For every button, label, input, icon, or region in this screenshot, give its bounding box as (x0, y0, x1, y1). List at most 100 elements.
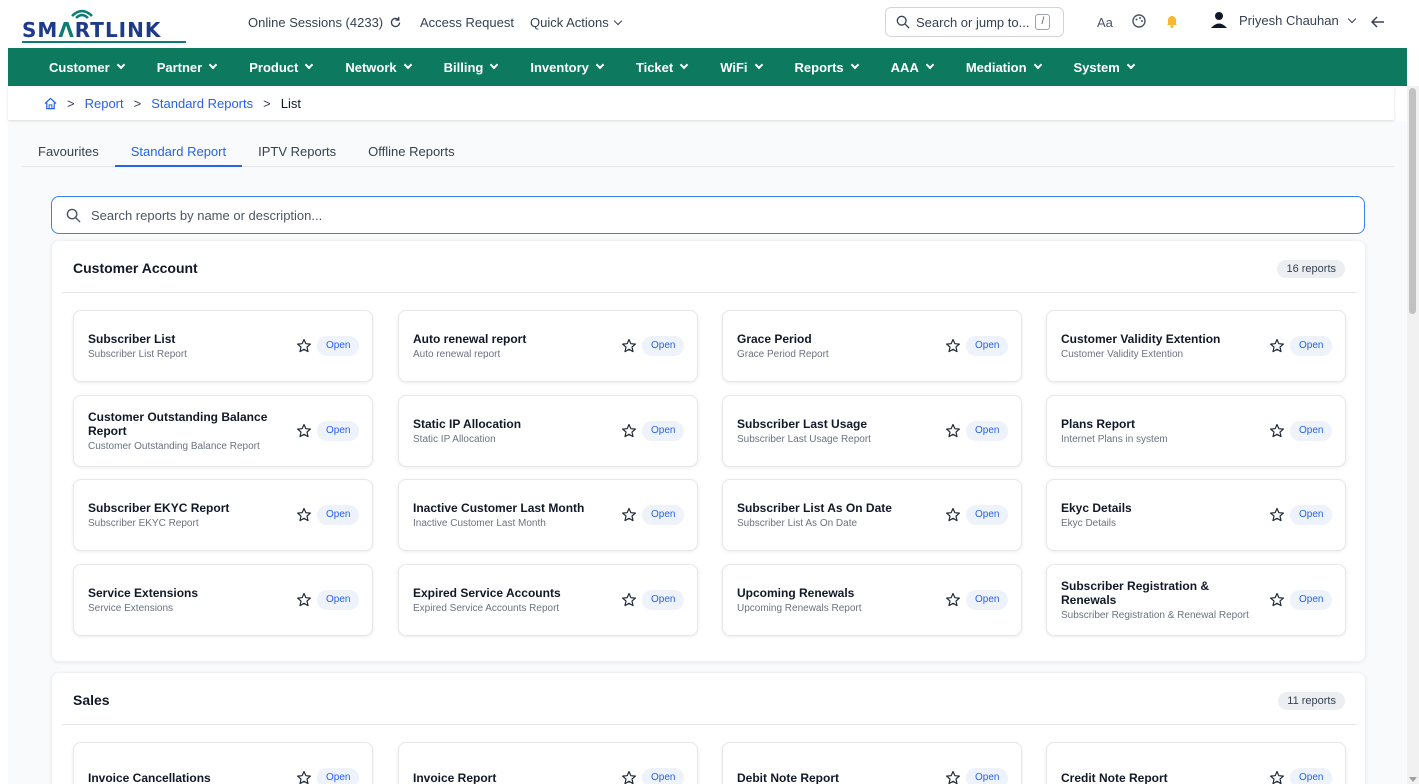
tab-offline-reports[interactable]: Offline Reports (352, 137, 470, 167)
notification-bell-icon[interactable] (1164, 13, 1180, 29)
open-report-button[interactable]: Open (642, 336, 685, 356)
nav-customer[interactable]: Customer (49, 60, 125, 75)
nav-wifi[interactable]: WiFi (720, 60, 763, 75)
report-card-ekyc-details[interactable]: Ekyc Details Ekyc Details Open (1046, 479, 1346, 551)
report-card-plans-report[interactable]: Plans Report Internet Plans in system Open (1046, 395, 1346, 467)
favourite-star-icon[interactable] (296, 338, 312, 354)
report-card-debit-note-report[interactable]: Debit Note Report Open (722, 742, 1022, 784)
open-report-button[interactable]: Open (1290, 421, 1333, 441)
report-tabs: Favourites Standard Report IPTV Reports … (22, 137, 1394, 167)
favourite-star-icon[interactable] (621, 770, 637, 784)
refresh-icon[interactable] (389, 16, 402, 29)
report-card-inactive-customer-last-month[interactable]: Inactive Customer Last Month Inactive Cus… (398, 479, 698, 551)
favourite-star-icon[interactable] (621, 338, 637, 354)
report-card-subscriber-list-as-on-date[interactable]: Subscriber List As On Date Subscriber Lis… (722, 479, 1022, 551)
open-report-button[interactable]: Open (1290, 336, 1333, 356)
favourite-star-icon[interactable] (1269, 770, 1285, 784)
open-report-button[interactable]: Open (317, 421, 360, 441)
report-title: Customer Outstanding Balance Report (88, 409, 268, 438)
nav-billing[interactable]: Billing (444, 60, 499, 75)
nav-aaa[interactable]: AAA (891, 60, 935, 75)
favourite-star-icon[interactable] (1269, 338, 1285, 354)
user-avatar-icon[interactable] (1210, 11, 1228, 29)
search-shortcut-key: / (1035, 14, 1051, 30)
scroll-down-arrow-icon[interactable] (1409, 777, 1417, 782)
favourite-star-icon[interactable] (1269, 423, 1285, 439)
open-report-button[interactable]: Open (642, 768, 685, 784)
access-request-link[interactable]: Access Request (420, 15, 514, 30)
report-card-invoice-report[interactable]: Invoice Report Open (398, 742, 698, 784)
open-report-button[interactable]: Open (1290, 768, 1333, 784)
report-card-grace-period[interactable]: Grace Period Grace Period Report Open (722, 310, 1022, 382)
favourite-star-icon[interactable] (296, 507, 312, 523)
favourite-star-icon[interactable] (621, 507, 637, 523)
global-search-input[interactable]: Search or jump to... / (885, 7, 1064, 37)
open-report-button[interactable]: Open (966, 505, 1009, 525)
open-report-button[interactable]: Open (642, 590, 685, 610)
divider (62, 292, 1357, 293)
online-sessions-link[interactable]: Online Sessions (4233) (248, 15, 402, 30)
report-card-static-ip-allocation[interactable]: Static IP Allocation Static IP Allocation… (398, 395, 698, 467)
open-report-button[interactable]: Open (642, 421, 685, 441)
open-report-button[interactable]: Open (966, 768, 1009, 784)
favourite-star-icon[interactable] (945, 592, 961, 608)
report-card-subscriber-last-usage[interactable]: Subscriber Last Usage Subscriber Last Usa… (722, 395, 1022, 467)
favourite-star-icon[interactable] (296, 592, 312, 608)
nav-network[interactable]: Network (345, 60, 412, 75)
open-report-button[interactable]: Open (1290, 505, 1333, 525)
nav-ticket[interactable]: Ticket (636, 60, 689, 75)
nav-partner[interactable]: Partner (157, 60, 218, 75)
tab-standard-report[interactable]: Standard Report (114, 137, 243, 167)
report-card-subscriber-list[interactable]: Subscriber List Subscriber List Report Ope… (73, 310, 373, 382)
open-report-button[interactable]: Open (642, 505, 685, 525)
nav-reports[interactable]: Reports (795, 60, 859, 75)
open-report-button[interactable]: Open (317, 336, 360, 356)
report-card-credit-note-report[interactable]: Credit Note Report Open (1046, 742, 1346, 784)
open-report-button[interactable]: Open (966, 336, 1009, 356)
favourite-star-icon[interactable] (296, 770, 312, 784)
tab-favourites[interactable]: Favourites (22, 137, 115, 167)
report-card-customer-validity-extention[interactable]: Customer Validity Extention Customer Vali… (1046, 310, 1346, 382)
report-card-invoice-cancellations[interactable]: Invoice Cancellations Open (73, 742, 373, 784)
report-card-upcoming-renewals[interactable]: Upcoming Renewals Upcoming Renewals Repor… (722, 564, 1022, 636)
report-card-subscriber-registration-renewals[interactable]: Subscriber Registration & Renewals Subscr… (1046, 564, 1346, 636)
nav-product[interactable]: Product (249, 60, 314, 75)
open-report-button[interactable]: Open (966, 421, 1009, 441)
favourite-star-icon[interactable] (945, 423, 961, 439)
open-report-button[interactable]: Open (317, 768, 360, 784)
open-report-button[interactable]: Open (317, 590, 360, 610)
nav-mediation[interactable]: Mediation (966, 60, 1042, 75)
home-icon[interactable] (44, 97, 57, 110)
favourite-star-icon[interactable] (296, 423, 312, 439)
report-card-expired-service-accounts[interactable]: Expired Service Accounts Expired Service … (398, 564, 698, 636)
page-scrollbar[interactable] (1407, 86, 1419, 784)
user-menu[interactable]: Priyesh Chauhan (1239, 13, 1356, 28)
report-card-customer-outstanding-balance-report[interactable]: Customer Outstanding Balance Report Custo… (73, 395, 373, 467)
favourite-star-icon[interactable] (621, 423, 637, 439)
tab-iptv-reports[interactable]: IPTV Reports (242, 137, 352, 167)
smartlink-logo[interactable]: SMΛRTLINK (22, 8, 190, 43)
favourite-star-icon[interactable] (1269, 592, 1285, 608)
open-report-button[interactable]: Open (317, 505, 360, 525)
font-size-toggle[interactable]: Aa (1097, 15, 1113, 30)
back-arrow-icon[interactable] (1371, 16, 1385, 28)
scrollbar-thumb[interactable] (1409, 88, 1416, 314)
favourite-star-icon[interactable] (621, 592, 637, 608)
report-card-service-extensions[interactable]: Service Extensions Service Extensions Open (73, 564, 373, 636)
report-card-subscriber-ekyc-report[interactable]: Subscriber EKYC Report Subscriber EKYC Re… (73, 479, 373, 551)
open-report-button[interactable]: Open (966, 590, 1009, 610)
quick-actions-dropdown[interactable]: Quick Actions (530, 15, 623, 30)
favourite-star-icon[interactable] (945, 507, 961, 523)
report-card-auto-renewal-report[interactable]: Auto renewal report Auto renewal report Op… (398, 310, 698, 382)
breadcrumb-standard-reports[interactable]: Standard Reports (151, 96, 253, 111)
nav-inventory[interactable]: Inventory (530, 60, 605, 75)
report-description: Grace Period Report (737, 348, 829, 360)
favourite-star-icon[interactable] (945, 770, 961, 784)
open-report-button[interactable]: Open (1290, 590, 1333, 610)
palette-icon[interactable] (1131, 13, 1147, 29)
report-search-input[interactable] (91, 207, 1291, 223)
nav-system[interactable]: System (1074, 60, 1136, 75)
breadcrumb-report[interactable]: Report (85, 96, 124, 111)
favourite-star-icon[interactable] (945, 338, 961, 354)
favourite-star-icon[interactable] (1269, 507, 1285, 523)
